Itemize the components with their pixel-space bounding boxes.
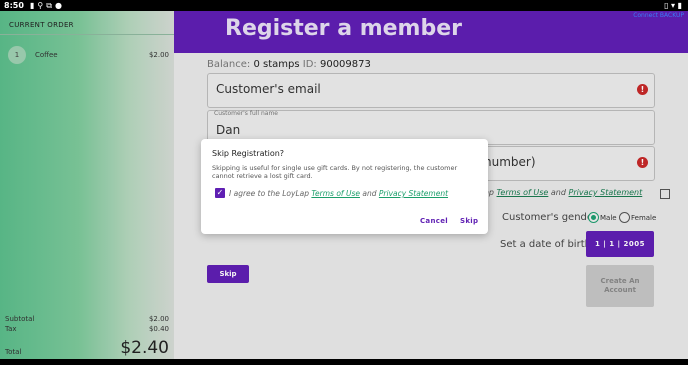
battery-icon: ▮ [677, 1, 682, 10]
dialog-terms-link[interactable]: Terms of Use [311, 189, 360, 198]
dialog-body: Skipping is useful for single use gift c… [212, 164, 458, 180]
sync-icon: ● [54, 1, 65, 10]
navigation-bar [0, 359, 688, 365]
vibrate-icon: ▯ [664, 1, 669, 10]
wifi-icon: ▾ [671, 1, 676, 10]
dialog-skip-button[interactable]: Skip [460, 217, 478, 225]
status-right-icons: ▯ ▾ ▮ [664, 0, 682, 11]
dialog-privacy-link[interactable]: Privacy Statement [379, 189, 448, 198]
skip-registration-dialog: Skip Registration? Skipping is useful fo… [201, 139, 488, 234]
agree-checkbox[interactable]: ✓ [215, 188, 225, 198]
status-bar: 8:50 ▮⚲⧉● ▯ ▾ ▮ [0, 0, 688, 11]
dialog-and: and [362, 189, 377, 198]
dialog-agree-text: I agree to the LoyLap Terms of Use and P… [229, 189, 448, 198]
status-time: 8:50 [4, 1, 24, 10]
status-icons: ▮⚲⧉● [30, 0, 65, 11]
dialog-title: Skip Registration? [212, 149, 285, 158]
network-icon: ⧉ [46, 1, 55, 10]
agree-prefix: I agree to the LoyLap [229, 189, 309, 198]
cancel-button[interactable]: Cancel [420, 217, 448, 225]
usb-icon: ⚲ [37, 1, 47, 10]
